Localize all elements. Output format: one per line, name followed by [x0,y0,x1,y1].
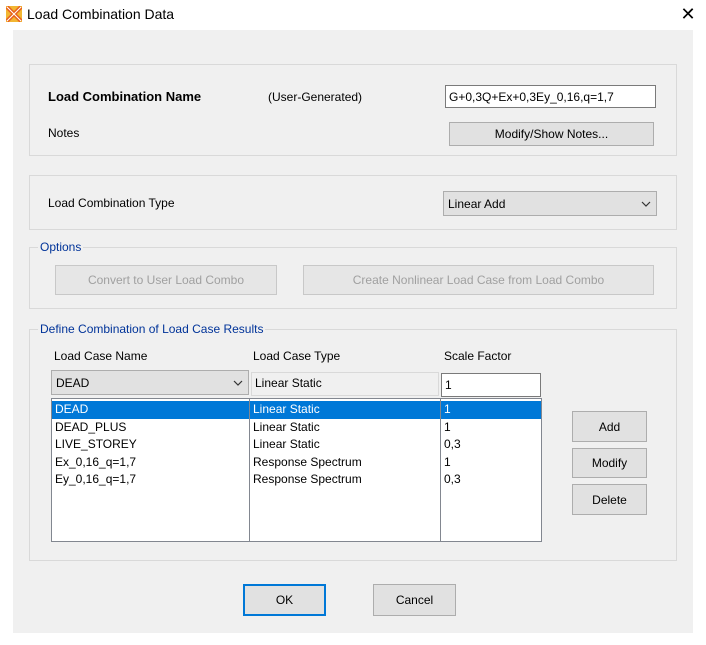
list-item[interactable]: Response Spectrum [250,471,440,489]
define-legend: Define Combination of Load Case Results [38,322,266,336]
list-item[interactable]: DEAD_PLUS [52,419,249,437]
col-header-type: Load Case Type [253,349,341,363]
list-item[interactable]: LIVE_STOREY [52,436,249,454]
list-item[interactable]: Linear Static [250,419,440,437]
close-icon[interactable]: ✕ [678,4,698,24]
load-case-name-select[interactable]: DEAD [51,370,249,395]
load-case-name-list[interactable]: DEAD DEAD_PLUS LIVE_STOREY Ex_0,16_q=1,7… [51,398,250,542]
combo-type-label: Load Combination Type [48,196,175,210]
combo-name-input[interactable]: G+0,3Q+Ex+0,3Ey_0,16,q=1,7 [445,85,656,108]
modify-notes-button[interactable]: Modify/Show Notes... [449,122,654,146]
load-case-name-value: DEAD [56,375,90,390]
list-item[interactable]: Response Spectrum [250,454,440,472]
delete-button[interactable]: Delete [572,484,647,515]
load-case-type-list[interactable]: Linear Static Linear Static Linear Stati… [249,398,441,542]
list-item[interactable]: 0,3 [441,436,541,454]
list-item[interactable]: 0,3 [441,471,541,489]
combo-name-label: Load Combination Name [48,89,202,104]
list-item[interactable]: Linear Static [250,436,440,454]
user-generated-label: (User-Generated) [268,90,363,104]
add-button[interactable]: Add [572,411,647,442]
list-item[interactable]: 1 [441,454,541,472]
modify-button[interactable]: Modify [572,448,647,478]
cancel-button[interactable]: Cancel [373,584,456,616]
combo-type-value: Linear Add [448,196,506,211]
title-bar: Load Combination Data ✕ [0,0,706,30]
chevron-down-icon [641,201,651,207]
list-item[interactable]: 1 [441,419,541,437]
notes-label: Notes [48,126,80,140]
chevron-down-icon [233,380,243,386]
options-legend: Options [38,240,84,254]
convert-user-combo-button[interactable]: Convert to User Load Combo [55,265,277,295]
sap-x-icon [6,6,22,22]
window-title: Load Combination Data [27,6,175,22]
list-item[interactable]: Ey_0,16_q=1,7 [52,471,249,489]
list-item[interactable]: Ex_0,16_q=1,7 [52,454,249,472]
load-case-type-display: Linear Static [251,372,439,396]
scale-factor-input[interactable]: 1 [441,373,541,397]
scale-factor-list[interactable]: 1 1 0,3 1 0,3 [440,398,542,542]
combo-type-select[interactable]: Linear Add [443,191,657,216]
create-nonlinear-case-button[interactable]: Create Nonlinear Load Case from Load Com… [303,265,654,295]
col-header-name: Load Case Name [54,349,148,363]
ok-button[interactable]: OK [243,584,326,616]
list-item[interactable]: 1 [441,401,541,419]
list-item[interactable]: Linear Static [250,401,440,419]
list-item[interactable]: DEAD [52,401,249,419]
col-header-scale: Scale Factor [444,349,512,363]
